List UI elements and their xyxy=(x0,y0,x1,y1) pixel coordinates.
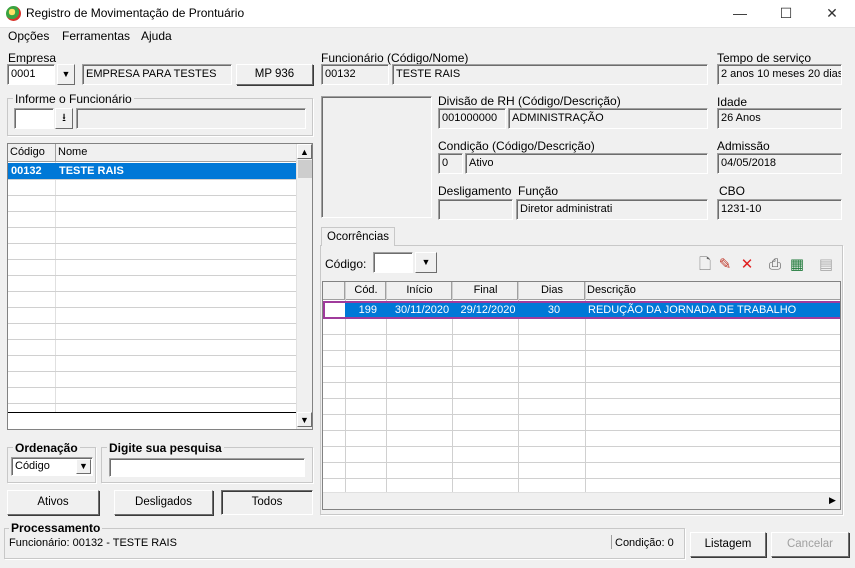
close-button[interactable]: ✕ xyxy=(809,0,855,28)
cbo-field: 1231-10 xyxy=(717,199,842,220)
processamento-status: Funcionário: 00132 - TESTE RAIS xyxy=(9,537,177,549)
minimize-button[interactable]: — xyxy=(717,0,763,28)
row-dias: 30 xyxy=(547,304,561,316)
ocorrencias-scrollbar[interactable]: ▶ xyxy=(323,492,840,509)
row-inicio: 30/11/2020 xyxy=(394,304,450,316)
admissao-field: 04/05/2018 xyxy=(717,153,842,174)
tab-ocorrencias[interactable]: Ocorrências xyxy=(321,227,395,246)
funcao-label: Função xyxy=(518,184,559,198)
funcionario-name-field: TESTE RAIS xyxy=(392,64,708,85)
excel-export-icon[interactable]: ▦ xyxy=(788,256,806,274)
funcionario-code-field: 00132 xyxy=(321,64,389,85)
col-final[interactable]: Final xyxy=(452,282,518,300)
cbo-label: CBO xyxy=(719,184,746,198)
new-document-icon[interactable]: 🗋 xyxy=(696,256,714,274)
empresa-dropdown-icon[interactable]: ▼ xyxy=(57,64,75,85)
processamento-label: Processamento xyxy=(9,521,103,535)
window-title: Registro de Movimentação de Prontuário xyxy=(26,6,245,20)
table-row[interactable]: 199 30/11/2020 29/12/2020 30 REDUÇÃO DA … xyxy=(323,301,840,319)
desligamento-field xyxy=(438,199,513,220)
scroll-down-icon[interactable]: ▼ xyxy=(297,412,312,427)
empresa-name-field: EMPRESA PARA TESTES xyxy=(82,64,232,85)
col-inicio[interactable]: Início xyxy=(386,282,452,300)
row-cod: 199 xyxy=(358,304,377,316)
scroll-up-icon[interactable]: ▲ xyxy=(297,144,312,159)
menu-opcoes[interactable]: Opções xyxy=(8,29,49,43)
todos-button[interactable]: Todos xyxy=(221,490,313,515)
informe-dropdown-icon[interactable]: ⭳ xyxy=(55,108,73,129)
tempo-servico-field: 2 anos 10 meses 20 dias xyxy=(717,64,842,85)
row-final: 29/12/2020 xyxy=(460,304,516,316)
funcionario-label: Funcionário (Código/Nome) xyxy=(321,51,469,65)
maximize-button[interactable]: ☐ xyxy=(763,0,809,28)
divisao-desc-field: ADMINISTRAÇÃO xyxy=(508,108,708,129)
ordenacao-value: Código xyxy=(15,460,50,472)
app-icon xyxy=(6,6,21,21)
desligados-button[interactable]: Desligados xyxy=(114,490,213,515)
ocorrencias-dropdown-icon[interactable]: ▼ xyxy=(415,252,437,273)
admissao-label: Admissão xyxy=(717,139,770,153)
informe-funcionario-name xyxy=(76,108,306,129)
cancelar-button[interactable]: Cancelar xyxy=(771,532,849,557)
title-bar: Registro de Movimentação de Prontuário —… xyxy=(0,0,855,28)
menu-ferramentas[interactable]: Ferramentas xyxy=(62,29,130,43)
scroll-right-icon[interactable]: ▶ xyxy=(825,493,840,508)
empresa-label: Empresa xyxy=(8,51,57,65)
idade-field: 26 Anos xyxy=(717,108,842,129)
print-icon[interactable]: ⎙ xyxy=(766,256,784,274)
row-codigo: 00132 xyxy=(11,165,42,177)
empresa-code-field[interactable]: 0001 xyxy=(7,64,55,85)
report-icon[interactable]: ▤ xyxy=(817,256,835,274)
pesquisa-input[interactable] xyxy=(109,458,305,477)
idade-label: Idade xyxy=(717,95,748,109)
ocorrencias-codigo-label: Código: xyxy=(325,257,367,271)
ordenacao-dropdown-icon[interactable]: ▼ xyxy=(76,459,91,474)
pesquisa-label: Digite sua pesquisa xyxy=(107,441,224,455)
divisao-label: Divisão de RH (Código/Descrição) xyxy=(438,94,621,108)
tempo-servico-label: Tempo de serviço xyxy=(717,51,812,65)
condicao-desc-field: Ativo xyxy=(465,153,708,174)
menu-bar: Opções Ferramentas Ajuda xyxy=(0,28,855,46)
ordenacao-label: Ordenação xyxy=(13,441,80,455)
informe-funcionario-label: Informe o Funcionário xyxy=(13,92,134,106)
ocorrencias-grid[interactable]: Cód. Início Final Dias Descrição 199 30/… xyxy=(322,281,841,510)
desligamento-label: Desligamento xyxy=(438,184,512,198)
condicao-code-field: 0 xyxy=(438,153,463,174)
ocorrencias-header: Cód. Início Final Dias Descrição xyxy=(323,282,840,300)
funcao-field: Diretor administrati xyxy=(516,199,708,220)
row-descricao: REDUÇÃO DA JORNADA DE TRABALHO xyxy=(588,304,797,316)
employee-list-header: Código Nome xyxy=(8,144,296,162)
col-dias[interactable]: Dias xyxy=(518,282,585,300)
divisao-code-field: 001000000 xyxy=(438,108,506,129)
mp-936-button[interactable]: MP 936 xyxy=(236,64,313,85)
menu-ajuda[interactable]: Ajuda xyxy=(141,29,172,43)
processamento-condicao: Condição: 0 xyxy=(615,537,674,549)
delete-icon[interactable]: ✕ xyxy=(738,256,756,274)
condicao-label: Condição (Código/Descrição) xyxy=(438,139,595,153)
col-descricao[interactable]: Descrição xyxy=(585,282,840,300)
scroll-thumb[interactable] xyxy=(298,160,312,178)
employee-list[interactable]: Código Nome 00132 TESTE RAIS ▲ ▼ xyxy=(7,143,313,430)
table-row[interactable]: 00132 TESTE RAIS xyxy=(8,163,296,179)
employee-photo xyxy=(321,96,432,218)
listagem-button[interactable]: Listagem xyxy=(690,532,766,557)
employee-list-scrollbar[interactable]: ▲ ▼ xyxy=(296,144,312,429)
col-codigo[interactable]: Código xyxy=(8,144,56,162)
col-nome[interactable]: Nome xyxy=(56,144,296,162)
informe-funcionario-input[interactable] xyxy=(14,108,54,129)
edit-icon[interactable]: ✎ xyxy=(716,256,734,274)
row-nome: TESTE RAIS xyxy=(59,165,124,177)
ocorrencias-codigo-input[interactable] xyxy=(373,252,413,273)
col-cod[interactable]: Cód. xyxy=(345,282,386,300)
ativos-button[interactable]: Ativos xyxy=(7,490,99,515)
